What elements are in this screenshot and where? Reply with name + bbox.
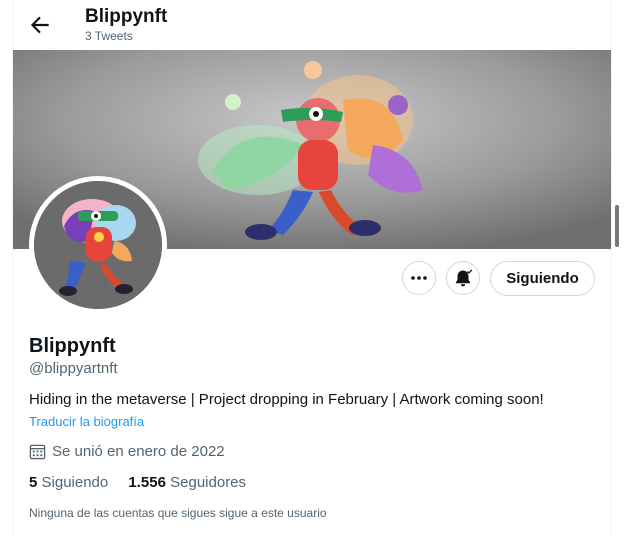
followers-link[interactable]: 1.556 Seguidores: [128, 474, 246, 491]
follow-stats: 5 Siguiendo 1.556 Seguidores: [29, 474, 262, 491]
join-date-text: Se unió en enero de 2022: [52, 443, 225, 460]
following-label: Siguiendo: [41, 474, 109, 491]
arrow-left-icon: [30, 16, 49, 34]
no-common-followers-note: Ninguna de las cuentas que sigues sigue …: [29, 506, 327, 520]
header-title: Blippynft: [85, 6, 168, 27]
followers-label: Seguidores: [170, 474, 247, 491]
bell-check-icon: [455, 269, 473, 287]
profile-handle: @blippyartnft: [29, 360, 118, 377]
back-button[interactable]: [27, 12, 53, 38]
profile-column: Blippynft 3 Tweets Siguiendo Blippynft @…: [12, 0, 619, 536]
profile-header: Blippynft 3 Tweets: [13, 0, 611, 50]
followers-count: 1.556: [128, 474, 166, 491]
header-tweet-count: 3 Tweets: [85, 29, 133, 43]
following-link[interactable]: 5 Siguiendo: [29, 474, 108, 491]
calendar-icon: [29, 444, 46, 460]
more-dots-icon: [411, 276, 427, 280]
avatar[interactable]: [29, 176, 167, 314]
avatar-image: [34, 181, 162, 309]
notifications-button[interactable]: [446, 261, 480, 295]
join-date: Se unió en enero de 2022: [29, 443, 225, 460]
following-count: 5: [29, 474, 38, 491]
more-options-button[interactable]: [402, 261, 436, 295]
profile-display-name: Blippynft: [29, 335, 116, 357]
translate-bio-link[interactable]: Traducir la biografía: [29, 414, 144, 429]
scrollbar[interactable]: [615, 205, 619, 247]
following-button[interactable]: Siguiendo: [490, 261, 595, 296]
profile-bio: Hiding in the metaverse | Project droppi…: [29, 391, 544, 408]
